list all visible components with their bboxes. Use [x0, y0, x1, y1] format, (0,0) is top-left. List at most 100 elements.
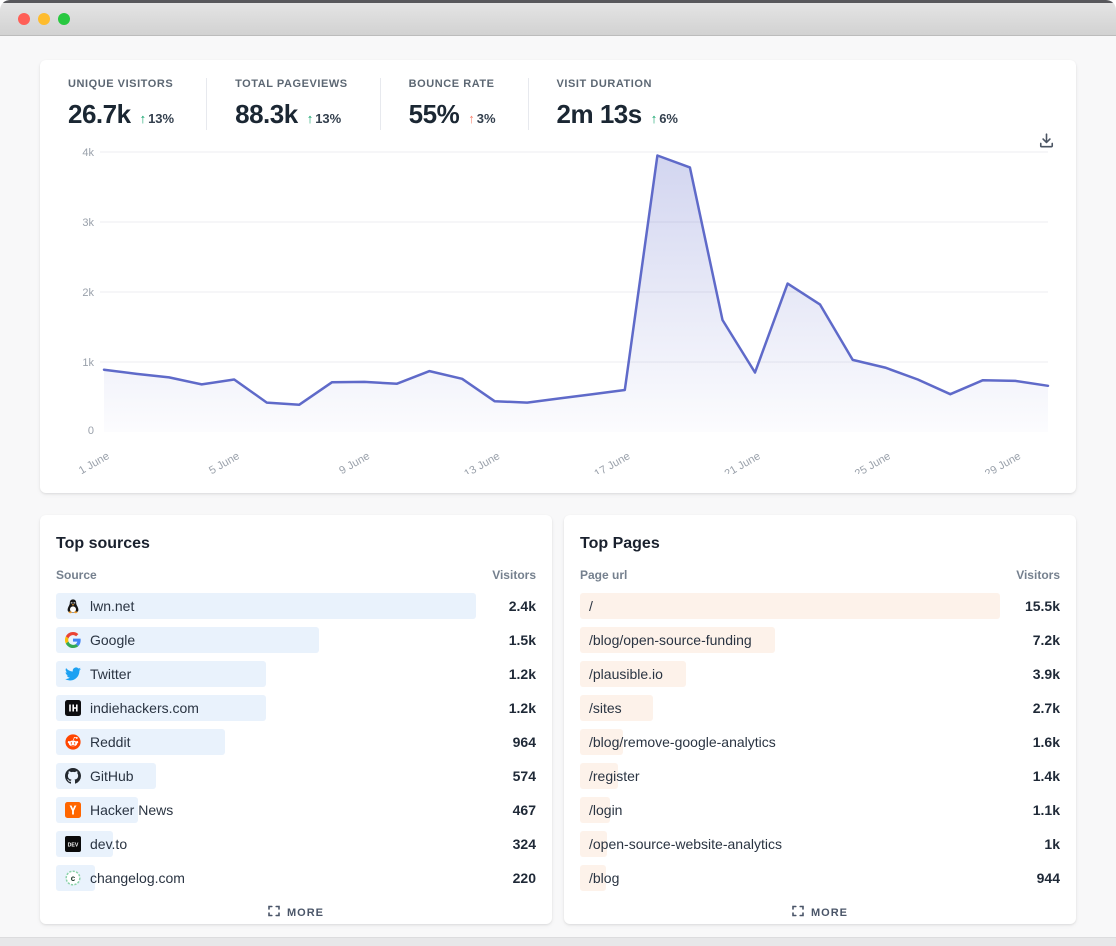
svg-text:9 June: 9 June	[337, 450, 372, 474]
window-bottom-edge	[0, 937, 1116, 946]
table-row[interactable]: /sites 2.7k	[580, 695, 1060, 721]
top-pages-rows: / 15.5k /blog/open-source-funding 7.2k /…	[580, 593, 1060, 899]
table-row[interactable]: /blog/remove-google-analytics 1.6k	[580, 729, 1060, 755]
stat-label: TOTAL PAGEVIEWS	[235, 78, 348, 90]
table-row[interactable]: lwn.net 2.4k	[56, 593, 536, 619]
top-pages-title: Top Pages	[580, 535, 660, 552]
table-row[interactable]: Google 1.5k	[56, 627, 536, 653]
minimize-window-button[interactable]	[38, 13, 50, 25]
row-label: /blog	[589, 870, 620, 886]
row-label: /register	[589, 768, 640, 784]
tux-icon	[65, 598, 81, 614]
svg-text:29 June: 29 June	[983, 450, 1023, 474]
more-label: MORE	[287, 906, 324, 919]
row-label: /	[589, 598, 593, 614]
table-row[interactable]: Twitter 1.2k	[56, 661, 536, 687]
changelog-icon: c	[65, 870, 81, 886]
row-label: indiehackers.com	[90, 700, 199, 716]
top-sources-rows: lwn.net 2.4k Google 1.5k Twitter 1.2k in…	[56, 593, 536, 899]
row-label: dev.to	[90, 836, 128, 852]
maximize-window-button[interactable]	[58, 13, 70, 25]
table-row[interactable]: c changelog.com 220	[56, 865, 536, 891]
stat-value: 55%	[408, 99, 460, 129]
svg-text:1 June: 1 June	[77, 450, 112, 474]
top-sources-title: Top sources	[56, 535, 150, 552]
row-label: GitHub	[90, 768, 134, 784]
row-visitors-count: 3.9k	[1032, 666, 1060, 682]
more-label: MORE	[811, 906, 848, 919]
stat-change: 13%	[148, 111, 175, 126]
stat-value: 26.7k	[68, 99, 131, 129]
stat-total-pageviews: TOTAL PAGEVIEWS 88.3k ↑ 13%	[206, 78, 380, 130]
table-row[interactable]: /blog/open-source-funding 7.2k	[580, 627, 1060, 653]
trend-up-arrow-icon: ↑	[139, 111, 147, 126]
column-header-visitors: Visitors	[492, 568, 536, 582]
stat-change: 13%	[315, 111, 342, 126]
dashboard-content: UNIQUE VISITORS 26.7k ↑ 13% TOTAL PAGEVIE…	[0, 36, 1116, 925]
top-pages-more-button[interactable]: MORE	[792, 905, 848, 920]
visitors-line-chart: 0 1k 2k 3k 4k 1 June 5 June 9 June 13 June 17 Jun…	[77, 147, 1050, 474]
app-window: UNIQUE VISITORS 26.7k ↑ 13% TOTAL PAGEVIE…	[0, 0, 1116, 946]
stat-value: 88.3k	[235, 99, 298, 129]
row-visitors-count: 1.2k	[508, 700, 536, 716]
row-label: /sites	[589, 700, 622, 716]
indie-hackers-icon	[65, 700, 81, 716]
table-row[interactable]: Reddit 964	[56, 729, 536, 755]
row-visitors-count: 324	[512, 836, 536, 852]
table-row[interactable]: /register 1.4k	[580, 763, 1060, 789]
download-button[interactable]	[1034, 130, 1058, 154]
table-row[interactable]: /blog 944	[580, 865, 1060, 891]
row-visitors-count: 964	[512, 734, 536, 750]
row-visitors-count: 1k	[1044, 836, 1060, 852]
svg-text:0: 0	[88, 425, 94, 437]
google-icon	[65, 632, 81, 648]
table-row[interactable]: Hacker News 467	[56, 797, 536, 823]
dev-to-icon: DEV	[65, 836, 81, 852]
svg-text:1k: 1k	[82, 357, 94, 369]
hacker-news-icon	[65, 802, 81, 818]
row-visitors-count: 1.2k	[508, 666, 536, 682]
top-sources-more-button[interactable]: MORE	[268, 905, 324, 920]
stat-change: 6%	[659, 111, 678, 126]
stat-bounce-rate: BOUNCE RATE 55% ↑ 3%	[379, 78, 528, 130]
table-row[interactable]: /open-source-website-analytics 1k	[580, 831, 1060, 857]
svg-text:13 June: 13 June	[462, 450, 502, 474]
table-row[interactable]: /login 1.1k	[580, 797, 1060, 823]
table-row[interactable]: indiehackers.com 1.2k	[56, 695, 536, 721]
row-visitors-count: 220	[512, 870, 536, 886]
trend-down-arrow-icon: ↑	[468, 111, 475, 126]
stat-value: 2m 13s	[556, 99, 643, 129]
row-label: /plausible.io	[589, 666, 663, 682]
table-row[interactable]: / 15.5k	[580, 593, 1060, 619]
row-label: /login	[589, 802, 623, 818]
row-label: changelog.com	[90, 870, 185, 886]
trend-up-arrow-icon: ↑	[650, 111, 658, 126]
twitter-icon	[65, 666, 81, 682]
reddit-icon	[65, 734, 81, 750]
titlebar	[0, 0, 1116, 36]
column-header-page-url: Page url	[580, 568, 628, 582]
svg-text:21 June: 21 June	[723, 450, 763, 474]
stat-label: BOUNCE RATE	[408, 78, 495, 90]
table-row[interactable]: GitHub 574	[56, 763, 536, 789]
svg-text:17 June: 17 June	[592, 450, 632, 474]
svg-text:5 June: 5 June	[207, 450, 242, 474]
stat-label: UNIQUE VISITORS	[68, 78, 174, 90]
table-row[interactable]: DEV dev.to 324	[56, 831, 536, 857]
expand-icon	[268, 905, 280, 920]
github-icon	[65, 768, 81, 784]
svg-text:4k: 4k	[82, 147, 94, 159]
row-visitors-count: 944	[1036, 870, 1060, 886]
row-visitors-count: 2.7k	[1032, 700, 1060, 716]
row-label: /blog/remove-google-analytics	[589, 734, 776, 750]
row-label: Hacker News	[90, 802, 174, 818]
column-header-visitors: Visitors	[1016, 568, 1060, 582]
trend-up-arrow-icon: ↑	[306, 111, 314, 126]
svg-text:3k: 3k	[82, 217, 94, 229]
row-label: lwn.net	[90, 598, 135, 614]
close-window-button[interactable]	[18, 13, 30, 25]
stat-change: 3%	[476, 111, 496, 126]
row-label: /blog/open-source-funding	[589, 632, 752, 648]
row-label: Reddit	[90, 734, 131, 750]
table-row[interactable]: /plausible.io 3.9k	[580, 661, 1060, 687]
